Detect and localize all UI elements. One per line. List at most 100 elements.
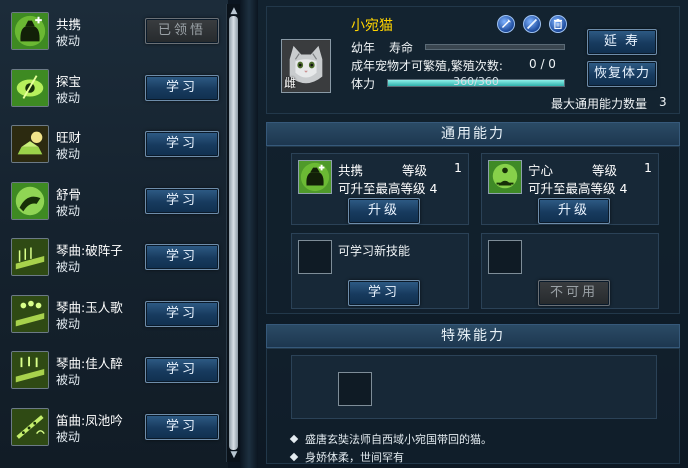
- ability-2-max: 可升至最高等级 4: [528, 178, 627, 197]
- pet-name: 小宛猫: [351, 18, 393, 34]
- learn-button[interactable]: 学习: [145, 187, 219, 214]
- learn-new-skill-button[interactable]: 学习: [348, 280, 420, 306]
- ability-1-max: 可升至最高等级 4: [338, 178, 437, 197]
- scroll-up-icon[interactable]: ▲: [228, 6, 240, 16]
- special-ability-box: 盛唐玄奘法师自西域小宛国带回的猫。 身娇体柔，世间罕有: [266, 348, 680, 464]
- ability-1-max-label: 可升至最高等级: [338, 181, 426, 196]
- learn-slot-1: 可学习新技能 学习: [291, 233, 469, 309]
- scroll-thumb[interactable]: [229, 16, 238, 450]
- panel-divider: [240, 0, 258, 468]
- special-ability-area: [291, 355, 657, 419]
- skill-name: 共携: [56, 17, 82, 32]
- description-text-2: 身娇体柔，世间罕有: [305, 451, 404, 464]
- ability-1-level-label: 等级: [402, 163, 428, 178]
- skill-type: 被动: [56, 203, 81, 218]
- feather-icon[interactable]: [497, 15, 515, 33]
- skill-type: 被动: [56, 373, 81, 387]
- skill-list-item[interactable]: 共携 被动 已领悟: [6, 4, 224, 54]
- description-text-1: 盛唐玄奘法师自西域小宛国带回的猫。: [305, 433, 492, 446]
- skill-list-item[interactable]: 琴曲:破阵子 被动 学习: [6, 230, 224, 280]
- skill-list-item[interactable]: 舒骨 被动 学习: [6, 174, 224, 224]
- flute-icon: [11, 407, 49, 446]
- skill-name: 琴曲:破阵子: [56, 243, 123, 258]
- age-label: 幼年: [351, 41, 376, 55]
- general-ability-box: 共携 等级 1 可升至最高等级 4 升级 宁心 等级 1 可升至最高等级 4 升…: [266, 146, 680, 314]
- description-line-1: 盛唐玄奘法师自西域小宛国带回的猫。: [289, 431, 492, 447]
- upgrade-button-1[interactable]: 升级: [348, 198, 420, 224]
- skill-type: 被动: [56, 260, 81, 274]
- upgrade-button-2[interactable]: 升级: [538, 198, 610, 224]
- max-ability-value: 3: [659, 95, 667, 109]
- learn-button[interactable]: 学习: [145, 357, 219, 383]
- special-skill-slot[interactable]: [338, 372, 372, 406]
- skill-list-scrollbar[interactable]: ▲ ▼: [226, 4, 240, 462]
- unavailable-button: 不可用: [538, 280, 610, 306]
- skill-name: 探宝: [56, 73, 82, 89]
- learn-new-label: 可学习新技能: [338, 244, 411, 258]
- breed-count: 0 / 0: [529, 57, 556, 71]
- ability-2-max-label: 可升至最高等级: [528, 181, 616, 196]
- ability-2-max-value: 4: [619, 181, 628, 196]
- bullet-diamond-icon: [289, 434, 299, 444]
- learn-button[interactable]: 学习: [145, 413, 219, 440]
- bone-icon: [11, 181, 49, 220]
- extend-life-button[interactable]: 延 寿: [587, 29, 657, 55]
- skill-list-item[interactable]: 琴曲:玉人歌 被动 学习: [6, 287, 224, 337]
- scroll-down-icon[interactable]: ▼: [228, 450, 240, 460]
- bag-icon: [298, 160, 332, 194]
- trash-icon[interactable]: [549, 15, 567, 33]
- skill-name: 琴曲:玉人歌: [56, 299, 123, 315]
- pet-portrait: 雌: [281, 39, 331, 93]
- ability-2-level-label: 等级: [592, 163, 618, 178]
- skill-type: 被动: [56, 316, 81, 331]
- skill-type: 被动: [56, 147, 81, 161]
- empty-skill-slot[interactable]: [298, 240, 332, 274]
- ability-2-level: 1: [644, 160, 652, 175]
- stamina-value: 360/360: [453, 75, 499, 88]
- stick-icon[interactable]: [523, 15, 541, 33]
- breed-text: 成年宠物才可繁殖,繁殖次数:: [351, 59, 503, 73]
- description-line-2: 身娇体柔，世间罕有: [289, 449, 404, 465]
- pet-detail-panel: 雌 小宛猫 幼年 寿命 成年宠物才可繁殖,繁殖次数: 0 / 0 体力 360/…: [258, 0, 688, 468]
- life-bar-fill: [426, 45, 564, 49]
- skill-name: 舒骨: [56, 186, 82, 202]
- skill-type: 被动: [56, 34, 81, 48]
- skill-type: 被动: [56, 90, 81, 105]
- fortune-icon: [11, 125, 49, 163]
- skill-list-item[interactable]: 笛曲:凤池吟 被动 学习: [6, 400, 224, 450]
- stamina-bar: 360/360: [387, 75, 565, 88]
- skill-name: 笛曲:凤池吟: [56, 412, 123, 428]
- general-ability-header: 通用能力: [266, 122, 680, 146]
- skill-list-item[interactable]: 探宝 被动 学习: [6, 61, 224, 111]
- stamina-label: 体力: [351, 77, 376, 91]
- zither-icon: [11, 238, 49, 276]
- skill-name: 旺财: [56, 130, 82, 145]
- skill-type: 被动: [56, 429, 81, 444]
- ability-1-name: 共携: [338, 163, 364, 178]
- skill-list-item[interactable]: 旺财被动 学习: [6, 117, 224, 167]
- ability-card-1: 共携 等级 1 可升至最高等级 4 升级: [291, 153, 469, 225]
- bag-icon: [11, 12, 49, 50]
- life-label: 寿命: [389, 41, 414, 55]
- zither-icon: [11, 351, 49, 389]
- pet-info-card: 雌 小宛猫 幼年 寿命 成年宠物才可繁殖,繁殖次数: 0 / 0 体力 360/…: [266, 6, 680, 114]
- learn-button[interactable]: 学习: [145, 74, 219, 101]
- skill-list-panel: 共携 被动 已领悟 探宝 被动 学习 旺财 被动 学习 舒骨 被动 学习 琴曲:破阵子 被动 学习 琴曲:玉人…: [0, 0, 228, 468]
- learn-button[interactable]: 学习: [145, 300, 219, 327]
- meditate-icon: [488, 160, 522, 194]
- skill-name: 琴曲:佳人醉: [56, 356, 123, 371]
- eye-icon: [11, 68, 49, 107]
- restore-stamina-button[interactable]: 恢复体力: [587, 61, 657, 87]
- bullet-diamond-icon: [289, 452, 299, 462]
- ability-1-level: 1: [454, 160, 462, 175]
- empty-skill-slot-2[interactable]: [488, 240, 522, 274]
- life-bar: [425, 44, 565, 50]
- ability-2-name: 宁心: [528, 163, 554, 178]
- learn-button[interactable]: 学习: [145, 131, 219, 157]
- learn-button[interactable]: 学习: [145, 244, 219, 270]
- skill-list-item[interactable]: 琴曲:佳人醉 被动 学习: [6, 343, 224, 393]
- learn-slot-2: 不可用: [481, 233, 659, 309]
- max-ability-label: 最大通用能力数量: [551, 97, 648, 111]
- ability-1-max-value: 4: [429, 181, 438, 196]
- special-ability-header: 特殊能力: [266, 324, 680, 348]
